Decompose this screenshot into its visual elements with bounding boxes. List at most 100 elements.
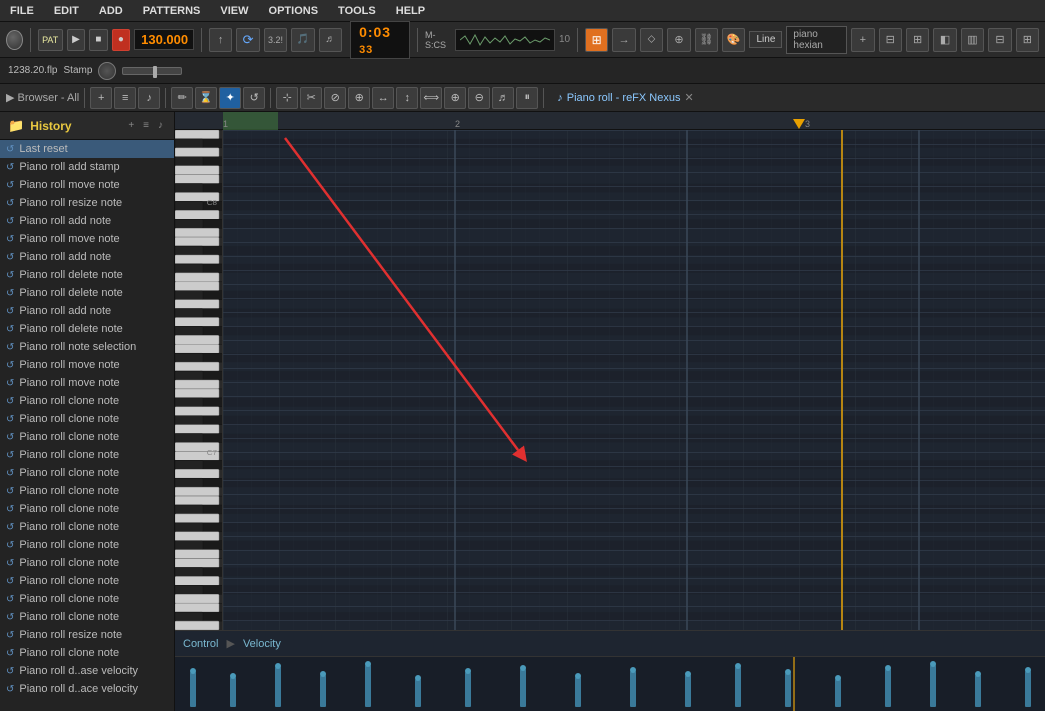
history-item[interactable]: ↺Piano roll move note (0, 230, 174, 248)
menu-file[interactable]: FILE (6, 3, 38, 19)
history-item[interactable]: ↺Piano roll resize note (0, 626, 174, 644)
mute-tool[interactable]: ⊘ (324, 87, 346, 109)
audio-icon[interactable]: ♬ (319, 28, 342, 52)
history-item[interactable]: ↺Piano roll move note (0, 176, 174, 194)
bpm-display[interactable]: 130.000 (134, 29, 194, 50)
history-item[interactable]: ↺Piano roll add note (0, 248, 174, 266)
pat-button[interactable]: PAT (38, 29, 63, 51)
zoom-out-tool[interactable]: ⊖ (468, 87, 490, 109)
tr-icon-12[interactable]: ⊞ (1016, 28, 1039, 52)
undo-icon: ↺ (6, 522, 14, 533)
note-grid[interactable] (223, 130, 1045, 630)
record-button[interactable]: ● (112, 29, 130, 51)
history-item[interactable]: ↺Piano roll d..ase velocity (0, 662, 174, 680)
piano-roll-close[interactable]: ✕ (684, 91, 693, 104)
history-item[interactable]: ↺Piano roll delete note (0, 284, 174, 302)
history-item[interactable]: ↺Piano roll move note (0, 356, 174, 374)
mode-btn-4[interactable]: ⊕ (667, 28, 690, 52)
stamp-tool[interactable]: ✦ (219, 87, 241, 109)
draw-tool[interactable]: ✏ (171, 87, 193, 109)
tr-icon-11[interactable]: ⊟ (988, 28, 1011, 52)
undo-icon: ↺ (6, 630, 14, 641)
history-item[interactable]: ↺Piano roll add stamp (0, 158, 174, 176)
piano-keys[interactable]: C8C7 (175, 130, 223, 630)
zoom-in-tool[interactable]: ⊕ (444, 87, 466, 109)
play-button[interactable]: ▶ (67, 29, 85, 51)
mode-btn-6[interactable]: 🎨 (722, 28, 745, 52)
tr-icon-10[interactable]: ▥ (961, 28, 984, 52)
eraser-tool[interactable]: ✂ (300, 87, 322, 109)
sidebar-add-btn[interactable]: + (125, 119, 137, 132)
menu-options[interactable]: OPTIONS (265, 3, 323, 19)
paint-tool[interactable]: ⌛ (195, 87, 217, 109)
pattern-step-icon[interactable]: ↑ (209, 28, 232, 52)
history-item[interactable]: ↺Piano roll clone note (0, 536, 174, 554)
control-label[interactable]: Control (183, 638, 218, 650)
stop-button[interactable]: ■ (89, 29, 107, 51)
keys-icon[interactable]: 🎵 (291, 28, 314, 52)
menu-add[interactable]: ADD (95, 3, 127, 19)
master-knob[interactable] (6, 30, 23, 50)
mode-btn-5[interactable]: ⛓ (695, 28, 718, 52)
tr-icon-7[interactable]: ⊟ (879, 28, 902, 52)
history-item[interactable]: ↺Piano roll resize note (0, 194, 174, 212)
add-btn-sidebar[interactable]: + (90, 87, 112, 109)
menu-view[interactable]: VIEW (216, 3, 252, 19)
history-item[interactable]: ↺Piano roll delete note (0, 266, 174, 284)
mode-btn-2[interactable]: → (612, 28, 635, 52)
history-item[interactable]: ↺Piano roll clone note (0, 392, 174, 410)
menu-sidebar-btn[interactable]: ≡ (114, 87, 136, 109)
velocity-label[interactable]: Velocity (243, 638, 281, 650)
history-item[interactable]: ↺Piano roll clone note (0, 644, 174, 662)
instrument-dropdown[interactable]: piano hexian (786, 26, 847, 54)
history-item[interactable]: ↺Piano roll clone note (0, 428, 174, 446)
history-item[interactable]: ↺Piano roll add note (0, 302, 174, 320)
browser-label[interactable]: ▶ Browser - All (6, 91, 79, 104)
select-tool[interactable]: ⊹ (276, 87, 298, 109)
menu-patterns[interactable]: PATTERNS (139, 3, 205, 19)
history-item[interactable]: ↺Piano roll d..ace velocity (0, 680, 174, 698)
undo-icon: ↺ (6, 342, 14, 353)
history-item[interactable]: ↺Piano roll clone note (0, 608, 174, 626)
stamp-knob[interactable] (98, 62, 116, 80)
history-item[interactable]: ↺Piano roll clone note (0, 572, 174, 590)
stretch-tool[interactable]: ⟺ (420, 87, 442, 109)
flip-v-tool[interactable]: ↕ (396, 87, 418, 109)
menu-edit[interactable]: EDIT (50, 3, 83, 19)
sidebar-menu-btn[interactable]: ≡ (140, 119, 152, 132)
history-item[interactable]: ↺Piano roll move note (0, 374, 174, 392)
time-sig-icon[interactable]: 3.2! (264, 28, 287, 52)
menu-tools[interactable]: TOOLS (334, 3, 380, 19)
deform-tool[interactable]: ⊕ (348, 87, 370, 109)
history-item[interactable]: ↺Piano roll clone note (0, 410, 174, 428)
audio-tool[interactable]: ♬ (492, 87, 514, 109)
add-btn[interactable]: + (851, 28, 874, 52)
audio-sidebar-btn[interactable]: ♪ (138, 87, 160, 109)
undo-tool[interactable]: ↺ (243, 87, 265, 109)
pause-tool[interactable]: ⏸ (516, 87, 538, 109)
history-item[interactable]: ↺Piano roll delete note (0, 320, 174, 338)
history-item[interactable]: ↺Piano roll note selection (0, 338, 174, 356)
mode-btn-3[interactable]: ⬦ (640, 28, 663, 52)
menu-help[interactable]: HELP (392, 3, 429, 19)
history-item[interactable]: ↺Piano roll clone note (0, 500, 174, 518)
history-item[interactable]: ↺Piano roll clone note (0, 518, 174, 536)
history-item[interactable]: ↺Last reset (0, 140, 174, 158)
undo-icon: ↺ (6, 468, 14, 479)
history-item[interactable]: ↺Piano roll add note (0, 212, 174, 230)
history-item[interactable]: ↺Piano roll clone note (0, 554, 174, 572)
stamp-slider[interactable] (122, 67, 182, 75)
history-item-label: Piano roll clone note (19, 593, 119, 605)
tr-icon-9[interactable]: ◧ (933, 28, 956, 52)
mode-btn-1[interactable]: ⊞ (585, 28, 608, 52)
tr-icon-8[interactable]: ⊞ (906, 28, 929, 52)
loop-icon[interactable]: ⟳ (236, 28, 259, 52)
history-item[interactable]: ↺Piano roll clone note (0, 482, 174, 500)
history-item[interactable]: ↺Piano roll clone note (0, 590, 174, 608)
sidebar-audio-btn[interactable]: ♪ (155, 119, 166, 132)
history-item[interactable]: ↺Piano roll clone note (0, 464, 174, 482)
flip-h-tool[interactable]: ↔ (372, 87, 394, 109)
file-info: 1238.20.flp (8, 65, 58, 76)
history-item[interactable]: ↺Piano roll clone note (0, 446, 174, 464)
line-dropdown[interactable]: Line (749, 31, 782, 48)
